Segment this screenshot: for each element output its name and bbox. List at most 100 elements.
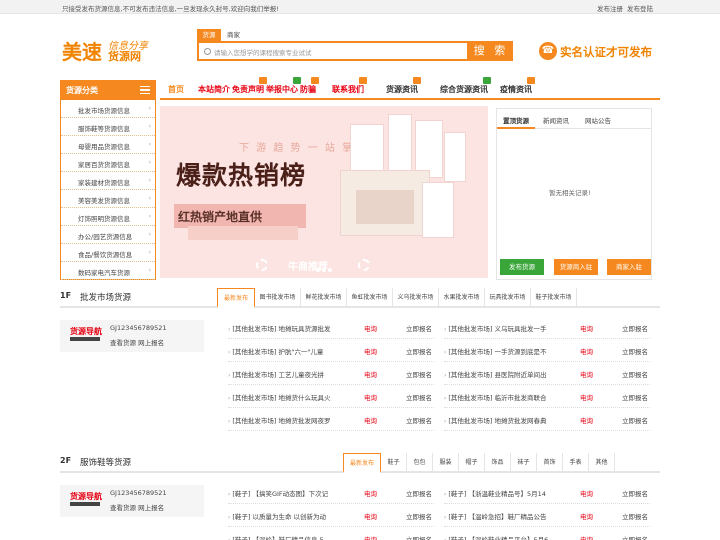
apply-link[interactable]: 立即报名 [406,511,432,521]
category-item[interactable]: 母婴用品货源信息 › [61,136,155,154]
floor-tab[interactable]: 其他 [589,453,615,473]
category-item[interactable]: 食品/餐饮货源信息 › [61,244,155,262]
floor-tab[interactable]: 水果批发市场 [439,288,485,308]
listing-title[interactable]: › [其他批发市场] 县医院附近单间出 [444,369,546,379]
apply-link[interactable]: 立即报名 [622,511,648,521]
apply-link[interactable]: 立即报名 [622,346,648,356]
listing-row[interactable]: › [其他批发市场] 工艺儿童夜光拼 电询 立即报名 [228,363,436,385]
apply-link[interactable]: 立即报名 [406,369,432,379]
floor-tab[interactable]: 鞋子批发市场 [531,288,577,308]
nav-item[interactable]: 疫情资讯 [500,77,535,95]
floor-tab[interactable]: 手表 [563,453,589,473]
floor-tab[interactable]: 鞋子 [381,453,407,473]
apply-link[interactable]: 立即报名 [622,369,648,379]
search-tab-goods[interactable]: 货源 [197,29,221,41]
listing-row[interactable]: › [其他批发市场] 地摊玩具货源批发 电询 立即报名 [228,317,436,339]
category-item[interactable]: 批发市场货源信息 › [61,100,155,118]
category-item[interactable]: 数码家电汽车货源 › [61,262,155,280]
floor-tab[interactable]: 义乌批发市场 [393,288,439,308]
listing-row[interactable]: › [其他批发市场] 地摊货批发网春典 电询 立即报名 [444,409,652,431]
floor-tab[interactable]: 饰品 [485,453,511,473]
listing-title[interactable]: › [鞋子] 【搞笑GIF动态图】下次记 [228,488,328,498]
listing-title[interactable]: › [其他批发市场] 护肮"六一"儿童 [228,346,323,356]
floor-tab[interactable]: 最新发布 [217,288,255,308]
nav-item[interactable]: 首页 [168,84,184,95]
listing-title[interactable]: › [其他批发市场] 临沂市批发商联合 [444,392,546,402]
floor-tab[interactable]: 袜子 [511,453,537,473]
listing-title[interactable]: › [其他批发市场] 地摊货什么玩具火 [228,392,330,402]
supplier-card[interactable]: 货源导航 GJ123456789521 查看货源 网上报名 [60,485,204,517]
listing-row[interactable]: › [其他批发市场] 一手货源到底是不 电询 立即报名 [444,340,652,362]
apply-link[interactable]: 立即报名 [406,534,432,540]
listing-title[interactable]: › [其他批发市场] 地摊玩具货源批发 [228,323,330,333]
apply-link[interactable]: 立即报名 [622,534,648,540]
listing-title[interactable]: › [其他批发市场] 一手货源到底是不 [444,346,546,356]
listing-row[interactable]: › [其他批发市场] 临沂市批发商联合 电询 立即报名 [444,386,652,408]
supplier-links[interactable]: 查看货源 网上报名 [110,502,164,512]
listing-title[interactable]: › [其他批发市场] 义乌玩具批发一手 [444,323,546,333]
floor-tab[interactable]: 包包 [407,453,433,473]
listing-title[interactable]: › [其他批发市场] 地摊货批发网夜罗 [228,415,330,425]
tab-announcements[interactable]: 网站公告 [585,115,611,125]
category-item[interactable]: 家居百货货源信息 › [61,154,155,172]
category-item[interactable]: 服饰鞋等货源信息 › [61,118,155,136]
floor-tab[interactable]: 帽子 [459,453,485,473]
category-item[interactable]: 灯饰照明货源信息 › [61,208,155,226]
listing-row[interactable]: › [鞋子] 【搞笑GIF动态图】下次记 电询 立即报名 [228,482,436,504]
search-tab-merchants[interactable]: 商家 [227,29,240,41]
apply-link[interactable]: 立即报名 [622,323,648,333]
publish-goods-button[interactable]: 发布货源 [500,259,544,275]
category-item[interactable]: 家装建材货源信息 › [61,172,155,190]
listing-row[interactable]: › [其他批发市场] 地摊货什么玩具火 电询 立即报名 [228,386,436,408]
apply-link[interactable]: 立即报名 [406,488,432,498]
banner-pager[interactable] [316,266,336,272]
category-header[interactable]: 货源分类 [60,80,156,100]
nav-item[interactable]: 防骗 [300,77,319,95]
hero-banner[interactable]: 下 游 趋 势 一 站 掌 握 爆款热销榜 红热销产地直供 牛商推荐 [160,106,488,278]
apply-link[interactable]: 立即报名 [622,392,648,402]
category-item[interactable]: 美容美发货源信息 › [61,190,155,208]
supplier-links[interactable]: 查看货源 网上报名 [110,337,164,347]
listing-title[interactable]: › [其他批发市场] 工艺儿童夜光拼 [228,369,324,379]
floor-tab[interactable]: 首饰 [537,453,563,473]
nav-item[interactable]: 货源资讯 [386,77,421,95]
merchant-join-button[interactable]: 商家入驻 [607,259,651,275]
nav-item[interactable]: 举报中心 [266,77,301,95]
listing-title[interactable]: › [鞋子] 【温岭急招】鞋厂精品公告 [444,511,546,521]
register-link[interactable]: 发布注册 [597,3,623,13]
floor-tab[interactable]: 图书批发市场 [255,288,301,308]
listing-row[interactable]: › [鞋子] 【温岭】鞋厂精品信息 5 电询 立即报名 [228,528,436,540]
tab-top-goods[interactable]: 置顶货源 [503,115,529,125]
listing-row[interactable]: › [鞋子] 【温岭急招】鞋厂精品公告 电询 立即报名 [444,505,652,527]
listing-row[interactable]: › [其他批发市场] 护肮"六一"儿童 电询 立即报名 [228,340,436,362]
listing-title[interactable]: › [鞋子] 【温岭鞋业精品平台】5月6 [444,534,548,540]
apply-link[interactable]: 立即报名 [406,415,432,425]
nav-item[interactable]: 本站简介 [198,84,230,95]
nav-item[interactable]: 综合货源资讯 [440,77,491,95]
floor-tab[interactable]: 玩具批发市场 [485,288,531,308]
listing-title[interactable]: › [鞋子] 【温岭】鞋厂精品信息 5 [228,534,324,540]
listing-row[interactable]: › [其他批发市场] 地摊货批发网夜罗 电询 立即报名 [228,409,436,431]
listing-title[interactable]: › [其他批发市场] 地摊货批发网春典 [444,415,546,425]
supplier-card[interactable]: 货源导航 GJ123456789521 查看货源 网上报名 [60,320,204,352]
floor-tab[interactable]: 鲜花批发市场 [301,288,347,308]
floor-tab[interactable]: 最新发布 [343,453,381,473]
nav-item[interactable]: 联系我们 [332,77,367,95]
apply-link[interactable]: 立即报名 [406,346,432,356]
apply-link[interactable]: 立即报名 [406,323,432,333]
apply-link[interactable]: 立即报名 [622,488,648,498]
apply-link[interactable]: 立即报名 [406,392,432,402]
category-item[interactable]: 办公/园艺货源信息 › [61,226,155,244]
listing-row[interactable]: › [鞋子] 以质量为生命 以创新为动 电询 立即报名 [228,505,436,527]
floor-tab[interactable]: 服装 [433,453,459,473]
search-button[interactable]: 搜 索 [469,41,513,61]
listing-title[interactable]: › [鞋子] 【浙温鞋业精品号】5月14 [444,488,546,498]
apply-link[interactable]: 立即报名 [622,415,648,425]
site-logo[interactable]: 美速 信息分享 货源网 [62,34,162,64]
listing-row[interactable]: › [其他批发市场] 县医院附近单间出 电询 立即报名 [444,363,652,385]
tab-news[interactable]: 新闻资讯 [543,115,569,125]
listing-title[interactable]: › [鞋子] 以质量为生命 以创新为动 [228,511,326,521]
listing-row[interactable]: › [鞋子] 【温岭鞋业精品平台】5月6 电询 立即报名 [444,528,652,540]
listing-row[interactable]: › [其他批发市场] 义乌玩具批发一手 电询 立即报名 [444,317,652,339]
search-input[interactable]: 请输入您想学的课程搜索专业试试 [197,41,469,61]
